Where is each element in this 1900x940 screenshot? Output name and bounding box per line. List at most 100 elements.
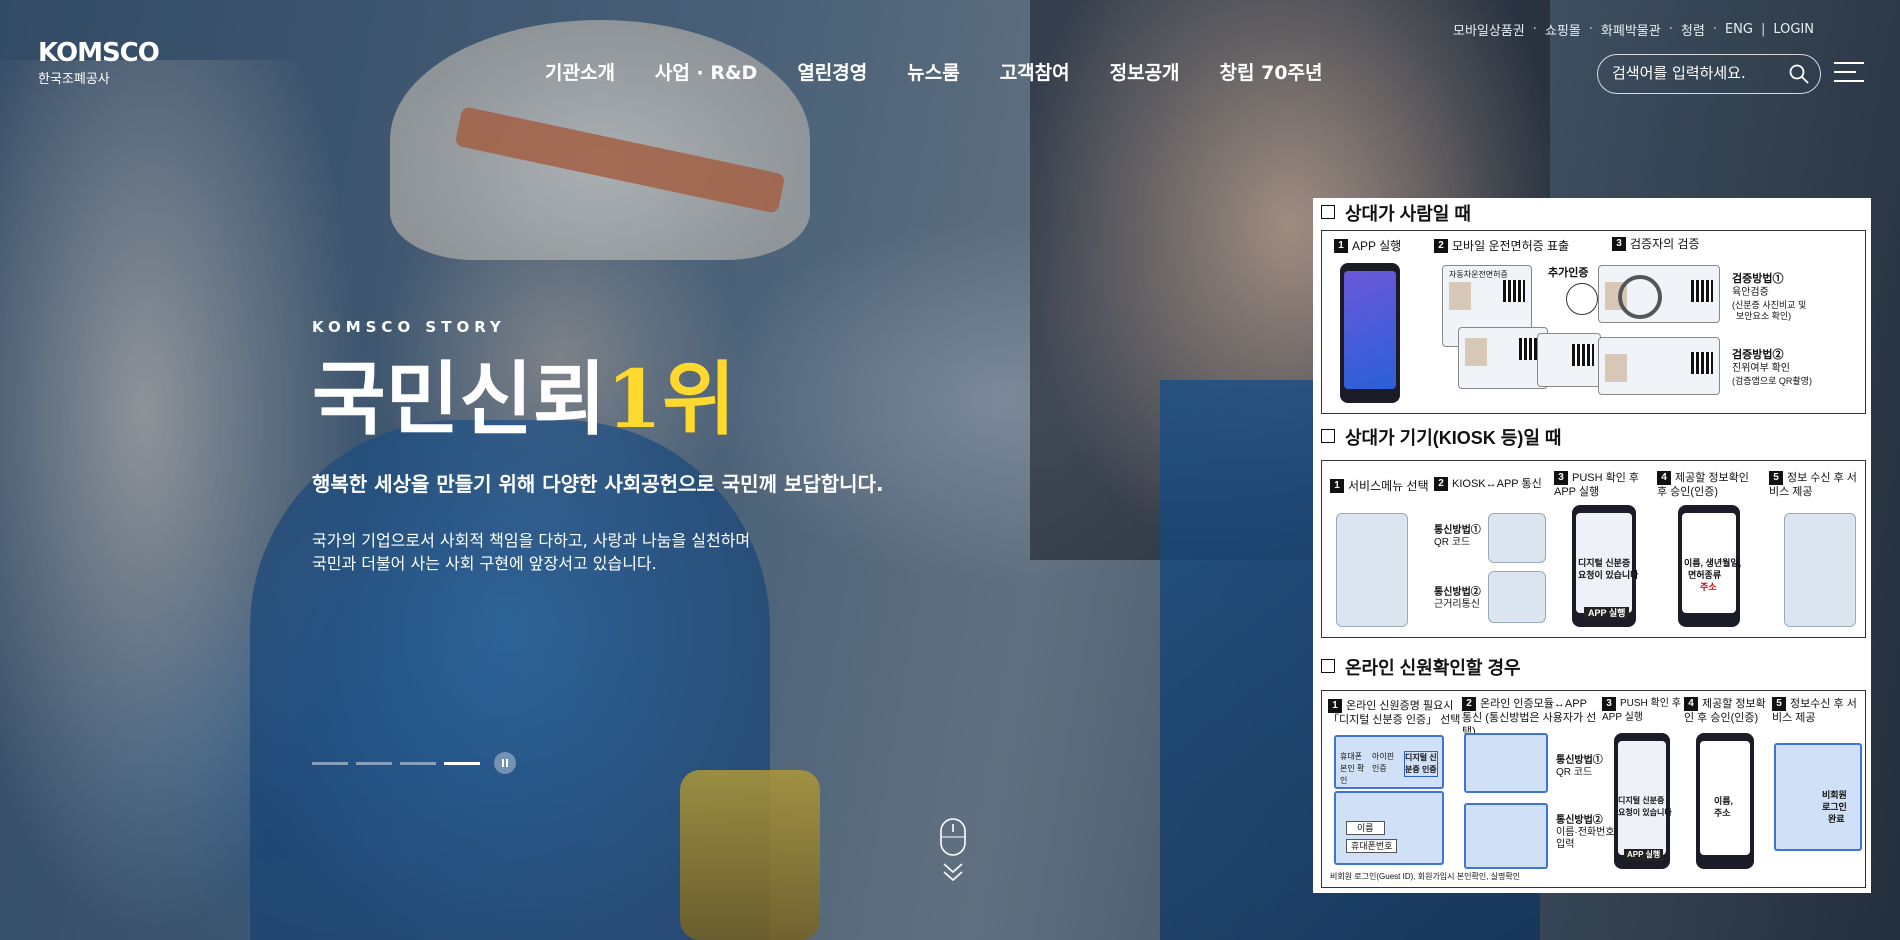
- slide-pagination: [312, 752, 516, 774]
- kiosk-illustration: [1336, 513, 1408, 627]
- login-complete-line: 로그인: [1822, 802, 1847, 812]
- main-navigation: 기관소개 사업 · R&D 열린경영 뉴스룸 고객참여 정보공개 창립 70주년: [545, 58, 1363, 85]
- section2-title: 상대가 기기(KIOSK 등)일 때: [1321, 424, 1561, 450]
- online-comm1-desc: QR 코드: [1556, 767, 1593, 778]
- hamburger-line: [1834, 71, 1856, 73]
- util-separator-dot: ·: [1532, 22, 1537, 37]
- digital-id-guide-image: 상대가 사람일 때 1 APP 실행 2 모바일 운전면허증 표출 3 검증자의 검증…: [1313, 198, 1871, 893]
- login-options-browser: 휴대폰 본인 확인 아이핀 인증 디지털 신분증 인증: [1334, 735, 1444, 789]
- license-card-illustration: [1458, 327, 1548, 389]
- util-login[interactable]: LOGIN: [1773, 22, 1814, 37]
- section1-step-3: 3 검증자의 검증: [1612, 237, 1700, 251]
- story-lead: 행복한 세상을 만들기 위해 다양한 사회공헌으로 국민께 보답합니다.: [312, 472, 884, 496]
- search-input[interactable]: [1612, 64, 1772, 82]
- login-complete-line: 완료: [1828, 814, 1845, 824]
- id-card-qr-illustration: [1598, 337, 1720, 395]
- section1-title: 상대가 사람일 때: [1321, 200, 1471, 226]
- checkbox-square-icon: [1321, 429, 1335, 443]
- util-separator-bar: |: [1760, 22, 1766, 37]
- util-shopping-mall[interactable]: 쇼핑몰: [1545, 20, 1581, 39]
- hamburger-menu-icon[interactable]: [1834, 62, 1864, 84]
- slide-indicator-1[interactable]: [312, 761, 348, 765]
- kiosk-comm2-desc: 근거리통신: [1434, 599, 1480, 610]
- section2-step-2: 2 KIOSK↔APP 통신: [1434, 477, 1542, 491]
- story-desc-line: 국민과 더불어 사는 사회 구현에 앞장서고 있습니다.: [312, 554, 657, 573]
- section1-step-2-label: 모바일 운전면허증 표출: [1452, 239, 1570, 253]
- util-integrity[interactable]: 청렴: [1681, 20, 1705, 39]
- form-phone-label: 휴대폰번호: [1346, 839, 1398, 853]
- section3-panel: 1 온라인 신원증명 필요시 「디지털 신분증 인증」 선택 2 온라인 인증모듈↔…: [1321, 690, 1866, 888]
- section1-step-1-label: APP 실행: [1352, 239, 1402, 253]
- kiosk-comm1-desc: QR 코드: [1434, 537, 1471, 548]
- section3-title-text: 온라인 신원확인할 경우: [1345, 658, 1521, 678]
- story-kicker: KOMSCO STORY: [312, 318, 506, 336]
- story-title-main: 국민신뢰: [312, 352, 607, 446]
- slide-indicator-4[interactable]: [444, 761, 480, 765]
- consent-line: 면허종류: [1688, 570, 1722, 580]
- verify-method2-title: 검증방법②: [1732, 349, 1784, 361]
- extra-auth-label: 추가인증: [1548, 267, 1589, 279]
- story-desc-line: 국가의 기업으로서 사회적 책임을 다하고, 사랑과 나눔을 실천하며: [312, 531, 751, 550]
- logo-subtitle: 한국조폐공사: [38, 72, 110, 87]
- util-currency-museum[interactable]: 화폐박물관: [1601, 20, 1661, 39]
- story-description: 국가의 기업으로서 사회적 책임을 다하고, 사랑과 나눔을 실천하며 국민과 …: [312, 529, 884, 575]
- section3-step-1-label: 온라인 신원증명 필요시 「디지털 신분증 인증」 선택: [1328, 700, 1461, 726]
- app-run-badge: APP 실행: [1584, 607, 1630, 619]
- nav-disclosure[interactable]: 정보공개: [1110, 58, 1180, 85]
- nav-70th-anniversary[interactable]: 창립 70주년: [1220, 58, 1323, 85]
- nav-open-management[interactable]: 열린경영: [797, 58, 867, 85]
- consent-line: 이름, 생년월일,: [1684, 558, 1742, 568]
- push-message-line: 디지털 신분증: [1618, 796, 1665, 805]
- online-comm1-title: 통신방법①: [1556, 755, 1603, 766]
- kiosk-comm2-title: 통신방법②: [1434, 587, 1481, 598]
- slide-indicator-3[interactable]: [400, 761, 436, 765]
- verify-method1-desc: 보안요소 확인): [1736, 311, 1792, 321]
- slide-indicator-2[interactable]: [356, 761, 392, 765]
- verify-method2-desc: 진위여부 확인: [1732, 363, 1790, 374]
- push-message-line: 요청이 있습니다: [1618, 808, 1672, 817]
- push-message-line: 요청이 있습니다: [1578, 570, 1639, 580]
- section1-step-3-label: 검증자의 검증: [1630, 237, 1700, 251]
- nav-newsroom[interactable]: 뉴스룸: [907, 58, 959, 85]
- komsco-logo[interactable]: KOMSCO 한국조폐공사: [38, 38, 160, 87]
- consent-line: 이름,: [1714, 796, 1734, 806]
- section2-step-2-label: KIOSK↔APP 통신: [1452, 478, 1542, 490]
- site-header: KOMSCO 한국조폐공사 기관소개 사업 · R&D 열린경영 뉴스룸 고객참…: [0, 0, 1900, 110]
- search-icon[interactable]: [1788, 63, 1810, 85]
- hamburger-line: [1834, 80, 1864, 82]
- section3-step-1: 1 온라인 신원증명 필요시 「디지털 신분증 인증」 선택: [1328, 699, 1461, 726]
- section1-title-text: 상대가 사람일 때: [1345, 204, 1471, 224]
- fingerprint-icon: [1566, 283, 1598, 315]
- pause-icon[interactable]: [494, 752, 516, 774]
- hero-story: KOMSCO STORY 국민신뢰1위 행복한 세상을 만들기 위해 다양한 사…: [312, 318, 884, 575]
- push-message-line: 디지털 신분증: [1578, 558, 1631, 568]
- section3-step-2-label: 온라인 인증모듈↔APP 통신 (통신방법은 사용자가 선택): [1462, 698, 1597, 738]
- app-run-badge: APP 실행: [1624, 849, 1664, 861]
- online-comm2-title: 통신방법②: [1556, 815, 1603, 826]
- section2-step-5: 5 정보 수신 후 서비스 제공: [1769, 471, 1857, 498]
- nav-business-rnd[interactable]: 사업 · R&D: [655, 58, 757, 85]
- license-card-title: 자동차운전면허증: [1449, 270, 1508, 279]
- util-mobile-giftcard[interactable]: 모바일상품권: [1453, 20, 1525, 39]
- section2-step-1-label: 서비스메뉴 선택: [1348, 479, 1429, 493]
- section1-panel: 1 APP 실행 2 모바일 운전면허증 표출 3 검증자의 검증 자동차운전면허증 …: [1321, 230, 1866, 414]
- login-option: 아이핀 인증: [1372, 752, 1395, 773]
- logo-mark: KOMSCO: [38, 38, 160, 68]
- online-comm2-desc: 입력: [1556, 839, 1575, 850]
- smartphone-illustration: [1340, 263, 1400, 403]
- verify-method1-desc: 육안검증: [1732, 287, 1769, 298]
- online-comm2-desc: 이름·전화번호: [1556, 827, 1615, 838]
- consent-line: 주소: [1700, 582, 1717, 592]
- kiosk-illustration: [1784, 513, 1856, 627]
- section1-step-1: 1 APP 실행: [1334, 239, 1401, 253]
- nav-customer[interactable]: 고객참여: [1000, 58, 1070, 85]
- login-complete-browser: 비회원 로그인 완료: [1774, 743, 1862, 851]
- name-phone-auth-browser: [1464, 803, 1548, 869]
- utility-links: 모바일상품권 · 쇼핑몰 · 화폐박물관 · 청렴 · ENG | LOGIN: [1445, 20, 1822, 39]
- nav-about[interactable]: 기관소개: [545, 58, 615, 85]
- util-separator-dot: ·: [1712, 22, 1717, 37]
- util-english[interactable]: ENG: [1725, 22, 1753, 37]
- kiosk-comm1-title: 통신방법①: [1434, 525, 1481, 536]
- section1-step-2: 2 모바일 운전면허증 표출: [1434, 239, 1569, 253]
- scroll-down-icon[interactable]: [940, 818, 966, 888]
